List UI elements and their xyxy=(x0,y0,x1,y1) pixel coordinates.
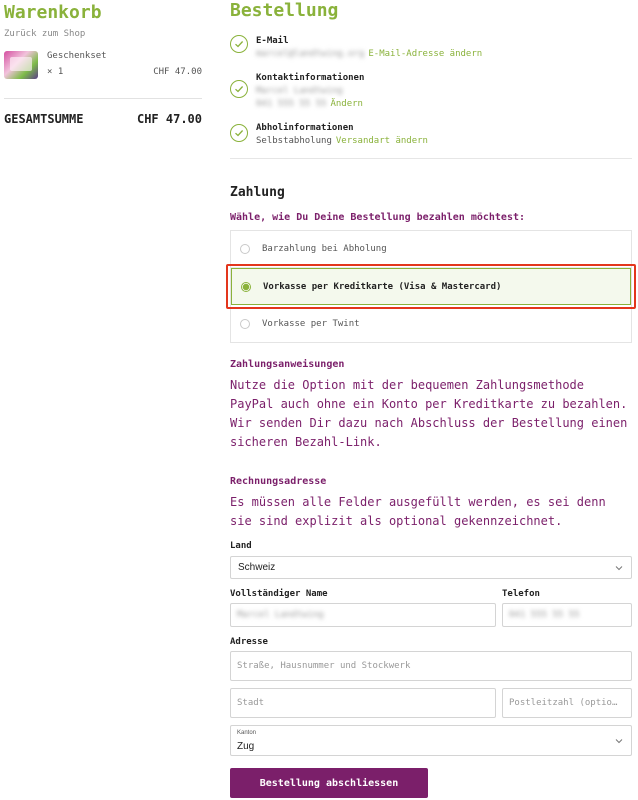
radio-button[interactable] xyxy=(240,244,250,254)
phone-label: Telefon xyxy=(502,589,540,599)
radio-button[interactable] xyxy=(240,318,250,329)
payment-option-label: Vorkasse per Kreditkarte (Visa & Masterc… xyxy=(263,281,502,292)
payment-instructions-heading: Zahlungsanweisungen xyxy=(230,359,345,370)
order-title: Bestellung xyxy=(230,0,339,21)
payment-options: Barzahlung bei Abholung Vorkasse per Kre… xyxy=(226,230,636,343)
item-quantity: × 1 xyxy=(47,67,64,77)
city-field[interactable]: Stadt xyxy=(230,688,496,718)
check-icon xyxy=(230,80,248,98)
billing-heading: Rechnungsadresse xyxy=(230,476,327,487)
payment-option-creditcard[interactable]: Vorkasse per Kreditkarte (Visa & Masterc… xyxy=(226,264,636,309)
full-name-value: Marcel Landtwing xyxy=(237,610,324,620)
check-icon xyxy=(230,124,248,142)
name-label: Vollständiger Name xyxy=(230,589,328,599)
cart-total: GESAMTSUMME CHF 47.00 xyxy=(4,112,202,126)
chevron-down-icon xyxy=(615,566,623,571)
total-value: CHF 47.00 xyxy=(136,112,202,126)
city-placeholder: Stadt xyxy=(237,698,265,708)
payment-option-twint[interactable]: Vorkasse per Twint xyxy=(231,305,631,342)
payment-option-label: Vorkasse per Twint xyxy=(262,318,360,329)
checkout-main: Bestellung E-Mail marcel@landtwing.org E-… xyxy=(226,0,636,798)
change-shipping-link[interactable]: Versandart ändern xyxy=(336,136,428,146)
canton-label: Kanton xyxy=(237,730,257,736)
back-to-shop-link[interactable]: Zurück zum Shop xyxy=(4,29,202,39)
email-label: E-Mail xyxy=(256,36,289,46)
full-name-field[interactable]: Marcel Landtwing xyxy=(230,603,496,627)
product-thumbnail xyxy=(4,51,38,79)
billing-note: Es müssen alle Felder ausgefüllt werden,… xyxy=(230,495,606,528)
country-value: Schweiz xyxy=(238,562,276,573)
payment-option-cash[interactable]: Barzahlung bei Abholung xyxy=(231,231,631,268)
review-email: E-Mail marcel@landtwing.org E-Mail-Adress… xyxy=(230,35,632,61)
check-icon xyxy=(230,35,248,53)
address-label: Adresse xyxy=(230,637,268,647)
street-field[interactable]: Straße, Hausnummer und Stockwerk xyxy=(230,651,632,681)
canton-select[interactable]: Kanton Zug xyxy=(230,725,632,756)
country-label: Land xyxy=(230,541,252,551)
phone-value: 041 555 55 55 xyxy=(509,610,580,620)
zip-field[interactable]: Postleitzahl (optio… xyxy=(502,688,632,718)
cart-panel: Warenkorb Zurück zum Shop Geschenkset × … xyxy=(4,0,202,126)
review-pickup: Abholinformationen Selbstabholung Versand… xyxy=(230,122,632,148)
payment-instructions-text: Nutze die Option mit der bequemen Zahlun… xyxy=(230,378,628,449)
contact-name: Marcel Landtwing xyxy=(256,86,343,96)
contact-label: Kontaktinformationen xyxy=(256,73,365,83)
pickup-label: Abholinformationen xyxy=(256,123,354,133)
canton-value: Zug xyxy=(237,741,255,752)
change-contact-link[interactable]: Ändern xyxy=(330,99,363,109)
email-value: marcel@landtwing.org xyxy=(256,49,365,59)
cart-divider xyxy=(4,98,202,99)
payment-heading: Zahlung xyxy=(230,185,285,200)
radio-button-selected[interactable] xyxy=(241,281,251,292)
phone-field[interactable]: 041 555 55 55 xyxy=(502,603,632,627)
item-name: Geschenkset xyxy=(47,51,107,61)
place-order-button[interactable]: Bestellung abschliessen xyxy=(230,768,428,798)
cart-item: Geschenkset × 1 CHF 47.00 xyxy=(4,51,202,81)
street-placeholder: Straße, Hausnummer und Stockwerk xyxy=(237,661,411,671)
country-select[interactable]: Schweiz xyxy=(230,556,632,579)
change-email-link[interactable]: E-Mail-Adresse ändern xyxy=(368,49,482,59)
pickup-value: Selbstabholung xyxy=(256,136,332,146)
contact-phone: 041 555 55 55 xyxy=(256,99,327,109)
review-contact: Kontaktinformationen Marcel Landtwing 04… xyxy=(230,72,632,111)
total-label: GESAMTSUMME xyxy=(4,112,84,126)
item-price: CHF 47.00 xyxy=(153,67,202,77)
payment-option-label: Barzahlung bei Abholung xyxy=(262,244,387,254)
review-divider xyxy=(230,158,632,159)
payment-question: Wähle, wie Du Deine Bestellung bezahlen … xyxy=(230,212,526,223)
cart-title: Warenkorb xyxy=(4,2,102,23)
chevron-down-icon xyxy=(615,739,623,744)
zip-placeholder: Postleitzahl (optio… xyxy=(509,698,618,708)
